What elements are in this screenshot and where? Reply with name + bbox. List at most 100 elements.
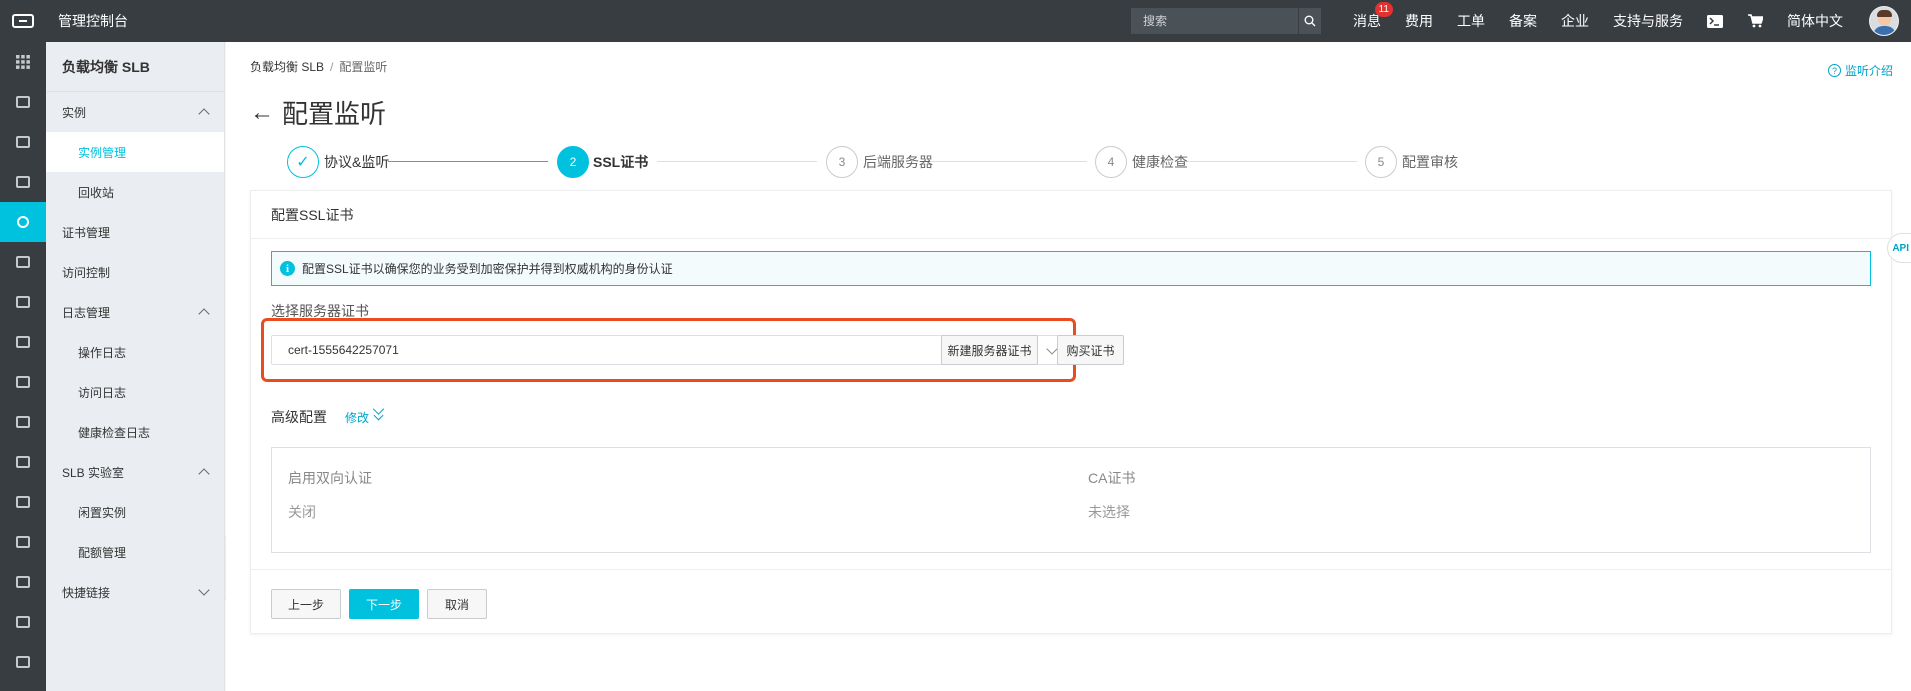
step-2-circle: 2 xyxy=(557,146,589,178)
step-5-circle: 5 xyxy=(1365,146,1397,178)
api-explorer-tab[interactable]: API xyxy=(1887,233,1911,263)
sidebar-group-logs[interactable]: 日志管理 xyxy=(46,292,224,332)
terminal-icon[interactable] xyxy=(1707,14,1723,28)
step-connector-4 xyxy=(1187,161,1357,162)
advanced-config-box: 启用双向认证 关闭 CA证书 未选择 xyxy=(271,447,1871,553)
top-navigation-bar: 管理控制台 消息11 费用 工单 备案 企业 支持与服务 简体中文 xyxy=(0,0,1911,42)
breadcrumb-separator: / xyxy=(330,60,334,74)
aliyun-logo-icon[interactable] xyxy=(0,0,46,42)
view-icon[interactable] xyxy=(0,602,46,642)
ca-cert-setting: CA证书 未选择 xyxy=(1088,468,1135,522)
cdn-icon[interactable] xyxy=(0,162,46,202)
nav-messages[interactable]: 消息 11 xyxy=(1353,2,1393,31)
cart-icon[interactable] xyxy=(1747,14,1763,28)
search-input[interactable] xyxy=(1131,14,1298,28)
satellite-icon[interactable] xyxy=(0,522,46,562)
step-1-check-icon: ✓ xyxy=(287,146,319,178)
slb-icon[interactable] xyxy=(0,202,46,242)
tree-icon[interactable] xyxy=(0,562,46,602)
language-switcher[interactable]: 简体中文 xyxy=(1787,11,1843,31)
step-connector-1 xyxy=(388,161,548,162)
main-content: 负载均衡 SLB / 配置监听 ? 监听介绍 ← 配置监听 ✓ 协议&监听 2 SSL… xyxy=(226,42,1911,691)
step-4-label: 健康检查 xyxy=(1132,154,1188,170)
eye-icon[interactable] xyxy=(0,482,46,522)
sidebar-group-slb-lab[interactable]: SLB 实验室 xyxy=(46,452,224,492)
card-footer-divider xyxy=(251,569,1891,570)
nav-support[interactable]: 支持与服务 xyxy=(1613,11,1683,31)
nav-billing[interactable]: 费用 xyxy=(1405,11,1433,31)
chevron-up-icon xyxy=(198,308,210,320)
grid-icon[interactable] xyxy=(0,42,46,82)
step-5-label: 配置审核 xyxy=(1402,154,1458,170)
double-chevron-down-icon xyxy=(373,410,384,421)
sidebar-item-access-logs[interactable]: 访问日志 xyxy=(46,372,224,412)
product-icon-rail xyxy=(0,42,46,691)
sidebar-item-idle-instances[interactable]: 闲置实例 xyxy=(46,492,224,532)
step-3-label: 后端服务器 xyxy=(863,154,933,170)
step-4-circle: 4 xyxy=(1095,146,1127,178)
nav-tickets[interactable]: 工单 xyxy=(1457,11,1485,31)
sidebar-item-recycle-bin[interactable]: 回收站 xyxy=(46,172,224,212)
page-title: 配置监听 xyxy=(282,99,387,129)
page-title-row: ← 配置监听 xyxy=(250,94,386,131)
wizard-steps: ✓ 协议&监听 2 SSL证书 3 后端服务器 4 健康检查 5 配置审核 xyxy=(226,146,1911,190)
sidebar-item-certificates[interactable]: 证书管理 xyxy=(46,212,224,252)
prev-step-button[interactable]: 上一步 xyxy=(271,589,341,619)
modify-advanced-link[interactable]: 修改 xyxy=(345,409,384,426)
server-list-icon[interactable] xyxy=(0,82,46,122)
info-message: i 配置SSL证书以确保您的业务受到加密保护并得到权威机构的身份认证 xyxy=(271,251,1871,286)
top-right-nav: 消息11 费用 工单 备案 企业 支持与服务 简体中文 xyxy=(1131,0,1911,42)
mutual-auth-value: 关闭 xyxy=(288,504,316,520)
mutual-auth-setting: 启用双向认证 关闭 xyxy=(288,468,372,522)
user-avatar[interactable] xyxy=(1869,6,1899,36)
sidebar-group-shortcuts[interactable]: 快捷链接 xyxy=(46,572,224,612)
ca-cert-value: 未选择 xyxy=(1088,504,1130,520)
sidebar-group-label: 访问控制 xyxy=(62,265,111,280)
breadcrumb-parent-link[interactable]: 负载均衡 SLB xyxy=(250,60,324,74)
sidebar-group-label: 实例 xyxy=(62,105,87,120)
network-icon[interactable] xyxy=(0,282,46,322)
nav-icp[interactable]: 备案 xyxy=(1509,11,1537,31)
sidebar-group-label: SLB 实验室 xyxy=(62,465,125,480)
ssl-config-card: 配置SSL证书 i 配置SSL证书以确保您的业务受到加密保护并得到权威机构的身份… xyxy=(250,190,1892,634)
nav-enterprise[interactable]: 企业 xyxy=(1561,11,1589,31)
chevron-up-icon xyxy=(198,108,210,120)
info-message-text: 配置SSL证书以确保您的业务受到加密保护并得到权威机构的身份认证 xyxy=(302,262,673,276)
cloud-storage-icon[interactable] xyxy=(0,362,46,402)
sidebar-item-quota-management[interactable]: 配额管理 xyxy=(46,532,224,572)
sidebar-group-instances[interactable]: 实例 xyxy=(46,92,224,132)
buy-cert-button[interactable]: 购买证书 xyxy=(1057,335,1124,365)
box-icon[interactable] xyxy=(0,642,46,682)
chevron-down-icon xyxy=(198,584,210,596)
help-link-label: 监听介绍 xyxy=(1844,64,1893,78)
chip-icon[interactable] xyxy=(0,442,46,482)
sidebar-item-health-check-logs[interactable]: 健康检查日志 xyxy=(46,412,224,452)
step-1-label: 协议&监听 xyxy=(324,154,390,170)
cloud-upload-icon[interactable] xyxy=(0,242,46,282)
sidebar-item-access-control[interactable]: 访问控制 xyxy=(46,252,224,292)
search-icon[interactable] xyxy=(1298,8,1321,34)
breadcrumb: 负载均衡 SLB / 配置监听 xyxy=(250,58,387,75)
new-server-cert-button[interactable]: 新建服务器证书 xyxy=(941,335,1038,365)
step-2-label: SSL证书 xyxy=(593,154,649,170)
help-link[interactable]: ? 监听介绍 xyxy=(1827,62,1893,79)
card-title: 配置SSL证书 xyxy=(251,191,1891,239)
database-icon[interactable] xyxy=(0,122,46,162)
step-3-circle: 3 xyxy=(826,146,858,178)
product-sidebar: 负载均衡 SLB 实例 实例管理 回收站 证书管理 访问控制 日志管理 操作日志… xyxy=(46,42,225,691)
ca-cert-label: CA证书 xyxy=(1088,470,1136,486)
sidebar-item-operation-logs[interactable]: 操作日志 xyxy=(46,332,224,372)
console-title[interactable]: 管理控制台 xyxy=(58,11,128,31)
cancel-button[interactable]: 取消 xyxy=(427,589,487,619)
cloud-icon[interactable] xyxy=(0,322,46,362)
step-connector-2 xyxy=(657,161,817,162)
back-arrow-icon[interactable]: ← xyxy=(250,99,274,127)
stack-icon[interactable] xyxy=(0,402,46,442)
messages-badge: 11 xyxy=(1374,2,1393,17)
nav-messages-label: 消息 xyxy=(1353,13,1381,29)
modify-link-label: 修改 xyxy=(345,411,370,425)
sidebar-group-label: 快捷链接 xyxy=(62,585,111,600)
next-step-button[interactable]: 下一步 xyxy=(349,589,419,619)
sidebar-item-instance-management[interactable]: 实例管理 xyxy=(46,132,224,172)
chevron-up-icon xyxy=(198,468,210,480)
